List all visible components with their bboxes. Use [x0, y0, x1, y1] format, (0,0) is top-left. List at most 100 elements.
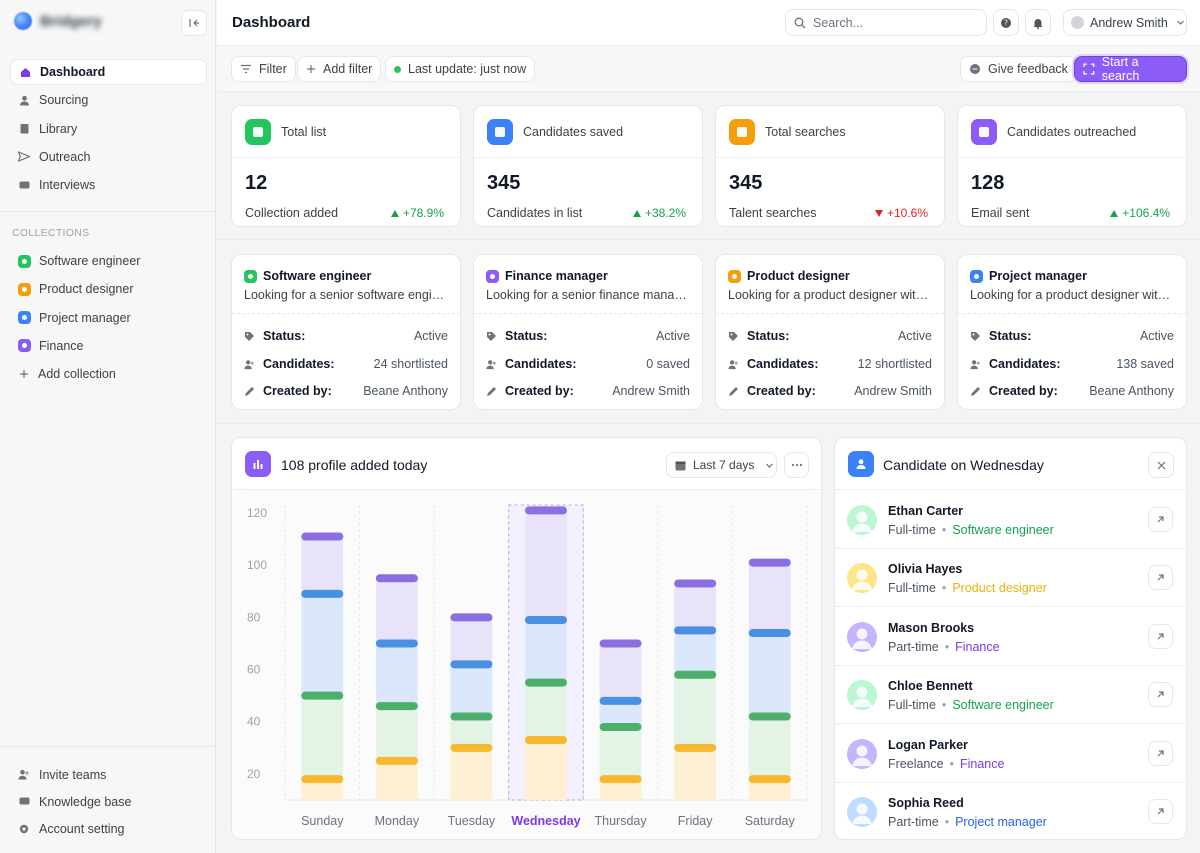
nav-item-outreach[interactable]: Outreach: [10, 144, 207, 170]
more-options-button[interactable]: [784, 452, 809, 478]
bar-segment[interactable]: [674, 747, 717, 800]
stat-card[interactable]: Candidates saved 345 Candidates in list …: [473, 105, 703, 227]
open-candidate-button[interactable]: [1148, 623, 1173, 649]
candidate-row[interactable]: Olivia Hayes Full-time • Product designer: [835, 549, 1186, 608]
stat-card[interactable]: Total list 12 Collection added +78.9%: [231, 105, 461, 227]
bar-segment[interactable]: [674, 674, 717, 748]
stat-card[interactable]: Total searches 345 Talent searches +10.6…: [715, 105, 945, 227]
candidate-row[interactable]: Mason Brooks Part-time • Finance: [835, 608, 1186, 666]
users-icon: [970, 359, 981, 370]
x-tick-label[interactable]: Saturday: [745, 814, 796, 828]
collection-software-engineer[interactable]: Software engineer: [10, 248, 207, 274]
collapse-sidebar-button[interactable]: [181, 10, 207, 36]
collection-card-title-row: Finance manager: [486, 269, 608, 283]
collection-project-manager[interactable]: Project manager: [10, 305, 207, 331]
x-tick-label[interactable]: Monday: [375, 814, 420, 828]
candidate-row[interactable]: Chloe Bennett Full-time • Software enginee…: [835, 666, 1186, 725]
account-setting-link[interactable]: Account setting: [10, 815, 206, 842]
y-tick-label: 120: [247, 506, 267, 520]
bar-segment[interactable]: [375, 706, 418, 761]
stat-card-header: Candidates saved: [474, 106, 702, 158]
bar-segment[interactable]: [748, 562, 791, 634]
date-range-select[interactable]: Last 7 days: [666, 452, 777, 478]
open-candidate-button[interactable]: [1148, 565, 1173, 591]
sidebar-footer: Invite teams Knowledge base Account sett…: [0, 746, 216, 842]
candidate-row[interactable]: Sophia Reed Part-time • Project manager: [835, 783, 1186, 841]
bar-segment[interactable]: [599, 726, 642, 780]
tag-icon: [970, 331, 981, 342]
collection-card[interactable]: Software engineer Looking for a senior s…: [231, 254, 461, 410]
bar-segment[interactable]: [375, 578, 418, 644]
bar-segment[interactable]: [674, 630, 717, 675]
bar-cap: [301, 775, 344, 784]
knowledge-base-link[interactable]: Knowledge base: [10, 788, 206, 815]
bar-segment[interactable]: [525, 620, 567, 683]
bar-segment[interactable]: [375, 760, 418, 800]
bar-segment[interactable]: [748, 633, 791, 717]
stat-change-value: +10.6%: [886, 206, 928, 220]
help-button[interactable]: ?: [993, 9, 1019, 36]
collection-card-title: Software engineer: [263, 269, 372, 283]
x-tick-label[interactable]: Thursday: [595, 814, 648, 828]
app-logo[interactable]: Bridgery: [14, 12, 102, 30]
candidate-row[interactable]: Logan Parker Freelance • Finance: [835, 725, 1186, 783]
nav-item-sourcing[interactable]: Sourcing: [10, 87, 207, 113]
bar-segment[interactable]: [450, 664, 493, 717]
x-tick-label[interactable]: Sunday: [301, 814, 344, 828]
candidate-row[interactable]: Ethan Carter Full-time • Software engineer: [835, 491, 1186, 549]
give-feedback-button[interactable]: Give feedback: [960, 56, 1077, 82]
collection-card[interactable]: Project manager Looking for a product de…: [957, 254, 1187, 410]
nav-item-interviews[interactable]: Interviews: [10, 172, 207, 198]
x-tick-label[interactable]: Tuesday: [448, 814, 496, 828]
bar-cap: [525, 506, 567, 515]
bar-segment[interactable]: [450, 716, 493, 748]
open-candidate-button[interactable]: [1148, 740, 1173, 766]
add-filter-button[interactable]: Add filter: [297, 56, 382, 82]
notifications-button[interactable]: [1025, 9, 1051, 36]
status-value: Active: [655, 329, 690, 343]
bar-segment[interactable]: [450, 617, 493, 665]
open-candidate-button[interactable]: [1148, 799, 1173, 824]
close-button[interactable]: [1148, 452, 1174, 478]
bar-segment[interactable]: [301, 593, 344, 696]
open-candidate-button[interactable]: [1148, 682, 1173, 708]
bar-segment[interactable]: [450, 747, 493, 800]
employment-type: Full-time: [888, 523, 936, 537]
bar-segment[interactable]: [674, 583, 717, 631]
collection-card-title: Finance manager: [505, 269, 608, 283]
collection-finance[interactable]: Finance: [10, 333, 207, 359]
collection-product-designer[interactable]: Product designer: [10, 276, 207, 302]
nav-item-library[interactable]: Library: [10, 116, 207, 142]
filter-button[interactable]: Filter: [231, 56, 296, 82]
bar-segment[interactable]: [375, 643, 418, 707]
bar-cap: [450, 712, 493, 721]
x-tick-label[interactable]: Wednesday: [511, 814, 580, 828]
status-key: Status:: [505, 329, 548, 343]
collection-card[interactable]: Product designer Looking for a product d…: [715, 254, 945, 410]
start-search-button[interactable]: Start a search: [1074, 55, 1187, 83]
collection-card-title-row: Product designer: [728, 269, 850, 283]
open-candidate-button[interactable]: [1148, 507, 1173, 532]
calendar-icon: [675, 461, 686, 470]
user-menu[interactable]: Andrew Smith: [1063, 9, 1187, 36]
bar-segment[interactable]: [301, 695, 344, 780]
stat-change-value: +106.4%: [1122, 206, 1170, 220]
bar-segment[interactable]: [525, 510, 567, 620]
nav-item-dashboard[interactable]: Dashboard: [10, 59, 207, 85]
bar-segment[interactable]: [599, 643, 642, 701]
bar-segment[interactable]: [525, 682, 567, 740]
bar-segment[interactable]: [525, 740, 567, 800]
bar-segment[interactable]: [748, 716, 791, 780]
collection-card[interactable]: Finance manager Looking for a senior fin…: [473, 254, 703, 410]
employment-type: Part-time: [888, 639, 939, 654]
pencil-icon: [244, 386, 255, 397]
created-value: Andrew Smith: [854, 384, 932, 398]
created-value: Beane Anthony: [363, 384, 448, 398]
bar-segment[interactable]: [301, 536, 344, 594]
x-tick-label[interactable]: Friday: [678, 814, 713, 828]
stat-card[interactable]: Candidates outreached 128 Email sent +10…: [957, 105, 1187, 227]
add-collection-button[interactable]: Add collection: [10, 361, 207, 387]
search-input[interactable]: Search...: [785, 9, 987, 36]
collection-card-title-row: Software engineer: [244, 269, 371, 283]
invite-teams-link[interactable]: Invite teams: [10, 761, 206, 788]
